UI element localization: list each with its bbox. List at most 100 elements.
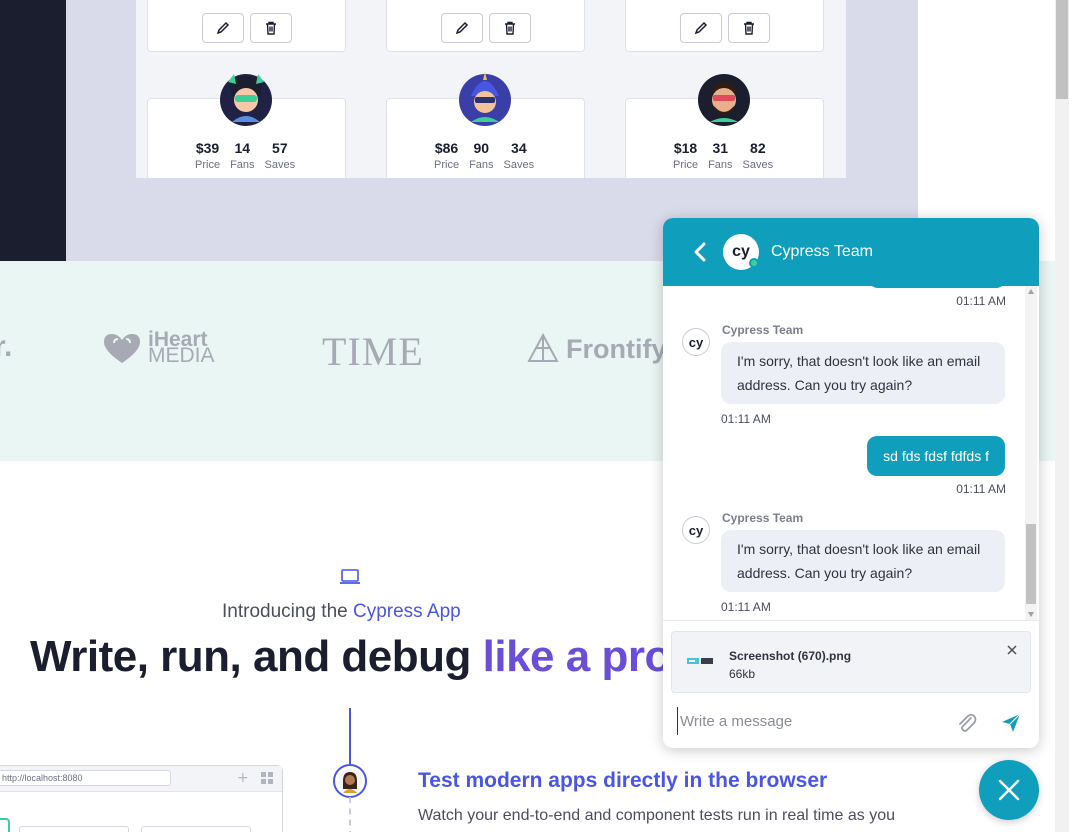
agent-avatar: cy <box>682 328 710 356</box>
message-time: 01:11 AM <box>721 412 771 426</box>
close-icon[interactable] <box>1006 644 1018 656</box>
headline-main: Write, run, and debug <box>30 632 483 681</box>
pencil-icon <box>694 21 708 35</box>
timeline-line <box>349 708 351 764</box>
edit-button[interactable] <box>202 13 244 43</box>
product-card <box>147 0 346 52</box>
price-label: Price <box>195 159 221 171</box>
fans-value: 31 <box>712 140 729 156</box>
headline-accent: like a pro <box>482 632 672 681</box>
logo-partial: r. <box>0 330 13 363</box>
product-card <box>386 0 585 52</box>
price-value: $18 <box>673 140 698 156</box>
message-time: 01:11 AM <box>721 600 771 614</box>
trash-icon <box>744 21 754 35</box>
logo-frontify: Frontify <box>526 333 667 365</box>
chat-title: Cypress Team <box>771 243 873 260</box>
fans-label: Fans <box>708 159 733 171</box>
saves-value: 57 <box>272 140 288 156</box>
product-stats: $86 Price 90 Fans 34 Saves <box>434 140 534 171</box>
attachment-size: 66kb <box>729 667 756 681</box>
page-scrollbar-thumb[interactable] <box>1056 0 1068 99</box>
frontify-text: Frontify <box>566 333 667 364</box>
saves-label: Saves <box>742 159 774 171</box>
product-card <box>625 0 824 52</box>
paperclip-icon[interactable] <box>955 711 979 735</box>
browser-placeholder-box <box>19 826 129 832</box>
saves-value: 82 <box>750 140 766 156</box>
avatar <box>698 74 750 126</box>
user-message: sd fds fdsf fdfds f <box>867 436 1005 476</box>
browser-preview: http://localhost:8080 + <box>0 765 283 832</box>
page-scrollbar[interactable] <box>1055 0 1069 832</box>
attachment-name: Screenshot (670).png <box>729 649 852 663</box>
edit-button[interactable] <box>680 13 722 43</box>
agent-name: Cypress Team <box>722 511 804 525</box>
grid-icon <box>261 772 273 784</box>
timeline-node <box>333 764 367 798</box>
price-label: Price <box>673 159 699 171</box>
saves-label: Saves <box>264 159 296 171</box>
fans-value: 14 <box>234 140 251 156</box>
message-time: 01:11 AM <box>956 294 1006 308</box>
agent-avatar-text: cy <box>688 522 704 538</box>
message-input[interactable] <box>677 707 947 735</box>
dark-sidebar-strip <box>0 0 66 261</box>
avatar <box>220 74 272 126</box>
intro-accent: Cypress App <box>352 601 461 622</box>
chat-launcher-close-button[interactable] <box>979 760 1039 820</box>
trash-icon <box>505 21 515 35</box>
chevron-left-icon[interactable] <box>689 240 713 264</box>
price-value: $39 <box>195 140 220 156</box>
chat-scrollbar-thumb[interactable] <box>1026 524 1036 604</box>
agent-name: Cypress Team <box>722 323 804 337</box>
price-label: Price <box>434 159 460 171</box>
close-icon <box>998 779 1020 801</box>
browser-url: http://localhost:8080 <box>0 770 171 786</box>
edit-button[interactable] <box>441 13 483 43</box>
image-thumbnail-icon <box>687 658 713 664</box>
app-preview-panel: $39 Price 14 Fans 57 Saves $86 Price 90 Fans … <box>136 0 846 178</box>
frontify-icon <box>527 333 559 362</box>
message-time: 01:11 AM <box>956 482 1006 496</box>
delete-button[interactable] <box>489 13 531 43</box>
fans-label: Fans <box>469 159 494 171</box>
chat-header: cy Cypress Team <box>663 218 1039 286</box>
trash-icon <box>266 21 276 35</box>
avatar <box>459 72 511 126</box>
product-stats: $18 Price 31 Fans 82 Saves <box>673 140 773 171</box>
delete-button[interactable] <box>728 13 770 43</box>
delete-button[interactable] <box>250 13 292 43</box>
timeline-dash <box>349 797 351 832</box>
pencil-icon <box>216 21 230 35</box>
browser-placeholder-box <box>141 826 251 832</box>
agent-message: I'm sorry, that doesn't look like an ema… <box>721 530 1005 592</box>
chat-messages[interactable]: 01:11 AM cy Cypress Team I'm sorry, that… <box>663 286 1039 620</box>
intro-prefix: Introducing the <box>222 601 353 622</box>
online-status-dot <box>749 258 759 268</box>
price-value: $86 <box>434 140 459 156</box>
scroll-down-icon[interactable] <box>1028 612 1034 617</box>
agent-avatar-text: cy <box>688 334 704 350</box>
browser-toolbar: http://localhost:8080 + <box>0 766 282 792</box>
feature-title: Test modern apps directly in the browser <box>418 769 828 792</box>
saves-value: 34 <box>511 140 527 156</box>
previous-user-bubble <box>868 286 1006 288</box>
page-headline: Write, run, and debug like a pro <box>30 632 671 682</box>
attachment-preview: Screenshot (670).png 66kb <box>671 631 1031 693</box>
product-stats: $39 Price 14 Fans 57 Saves <box>195 140 295 171</box>
plus-icon: + <box>237 770 249 786</box>
saves-label: Saves <box>503 159 535 171</box>
scroll-up-icon[interactable] <box>1028 289 1034 294</box>
send-icon[interactable] <box>999 711 1023 735</box>
chat-widget: cy Cypress Team 01:11 AM cy Cypress Team… <box>663 218 1039 748</box>
media-text: MEDIA <box>148 344 215 367</box>
fans-label: Fans <box>230 159 255 171</box>
agent-message: I'm sorry, that doesn't look like an ema… <box>721 342 1005 404</box>
feature-description: Watch your end-to-end and component test… <box>418 807 895 824</box>
person-avatar-icon <box>338 769 362 793</box>
chat-scrollbar[interactable] <box>1025 286 1037 620</box>
chat-composer: Screenshot (670).png 66kb <box>663 620 1039 748</box>
cypress-logo-text: cy <box>732 243 750 260</box>
decorative-frame <box>0 818 10 832</box>
